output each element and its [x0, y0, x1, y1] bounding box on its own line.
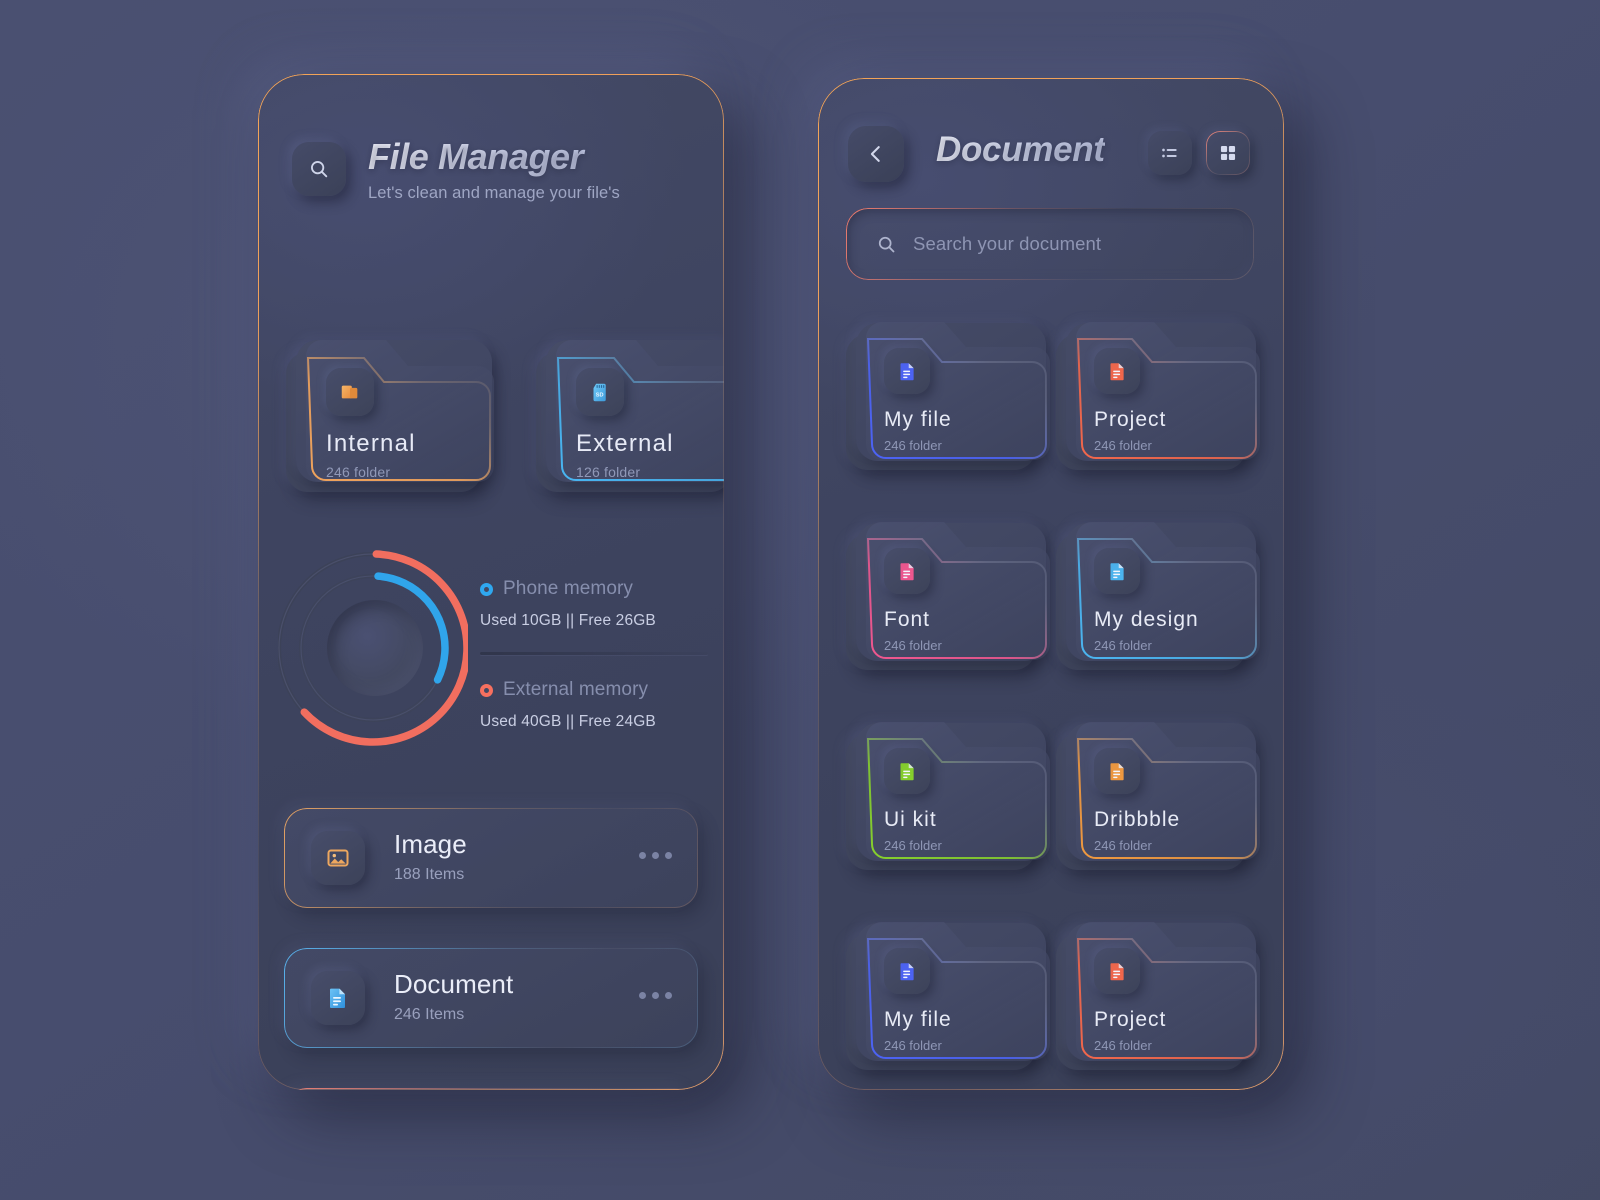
folder-sub: 246 folder	[1094, 1038, 1152, 1053]
folder-sub: 246 folder	[1094, 638, 1152, 653]
legend-value: Used 10GB || Free 26GB	[480, 612, 656, 629]
folder-card[interactable]: My file 246 folder	[846, 914, 1050, 1070]
folder-name: Dribbble	[1094, 808, 1181, 831]
memory-section: Phone memory Used 10GB || Free 26GB Exte…	[258, 544, 724, 774]
folder-icon-tile	[884, 748, 930, 794]
page-title: Document	[936, 130, 1105, 169]
document-icon	[900, 962, 914, 980]
legend-row-external: External memory	[480, 679, 710, 701]
internal-storage-icon-tile	[326, 368, 374, 416]
image-icon-tile	[311, 831, 365, 885]
document-icon	[1110, 962, 1124, 980]
external-memory-dot	[480, 683, 493, 697]
category-row-music[interactable]: Music 146 Items	[284, 1088, 698, 1090]
document-icon-tile	[311, 971, 365, 1025]
document-icon	[330, 988, 345, 1008]
storage-card-sub: 246 folder	[326, 464, 391, 480]
more-options-icon[interactable]	[639, 992, 672, 999]
document-icon	[1110, 762, 1124, 780]
folder-name: My design	[1094, 608, 1199, 631]
search-icon	[878, 236, 895, 252]
category-name: Document	[394, 969, 514, 999]
folder-card[interactable]: Project 246 folder	[1056, 314, 1260, 470]
folder-card[interactable]: Project 246 folder	[1056, 914, 1260, 1070]
folder-name: Font	[884, 608, 931, 631]
search-button[interactable]	[292, 141, 346, 196]
folder-name: Project	[1094, 408, 1167, 431]
document-icon	[900, 562, 914, 580]
search-placeholder: Search your document	[913, 233, 1102, 254]
image-icon	[327, 849, 349, 867]
folder-sub: 246 folder	[1094, 838, 1152, 853]
grid-view-icon	[1220, 145, 1236, 161]
folder-card[interactable]: My file 246 folder	[846, 314, 1050, 470]
document-icon	[900, 762, 914, 780]
legend-label: Phone memory	[503, 578, 634, 599]
search-icon	[311, 160, 328, 177]
file-manager-header: File Manager Let's clean and manage your…	[292, 134, 620, 203]
folder-card[interactable]: Ui kit 246 folder	[846, 714, 1050, 870]
memory-ring-chart	[275, 544, 471, 762]
folder-sub: 246 folder	[884, 838, 942, 853]
memory-legend: Phone memory Used 10GB || Free 26GB Exte…	[480, 578, 710, 731]
document-icon	[1110, 562, 1124, 580]
phone-memory-dot	[480, 582, 493, 596]
ring-center-knob	[327, 600, 423, 696]
folder-card[interactable]: My design 246 folder	[1056, 514, 1260, 670]
list-view-icon	[1162, 148, 1177, 158]
legend-divider	[480, 652, 708, 655]
document-phone: Document Search your document My file 246…	[818, 78, 1284, 1090]
page-title: File Manager	[368, 136, 620, 178]
legend-value: Used 40GB || Free 24GB	[480, 713, 656, 730]
document-icon	[900, 362, 914, 380]
category-sub: 246 Items	[394, 1006, 465, 1023]
folder-sub: 246 folder	[884, 1038, 942, 1053]
storage-card-name: Internal	[326, 430, 416, 457]
view-grid-button[interactable]	[1206, 131, 1250, 175]
folder-sub: 246 folder	[1094, 438, 1152, 453]
category-row-image[interactable]: Image 188 Items	[284, 808, 698, 908]
storage-card-name: External	[576, 430, 674, 457]
category-row-document[interactable]: Document 246 Items	[284, 948, 698, 1048]
folder-icon-tile	[1094, 748, 1140, 794]
document-header: Document	[848, 126, 1254, 182]
storage-card-external[interactable]: SD External 126 folder	[536, 332, 724, 492]
category-name: Image	[394, 829, 467, 859]
folder-card[interactable]: Font 246 folder	[846, 514, 1050, 670]
folder-name: Ui kit	[884, 808, 937, 831]
folder-icon-tile	[884, 948, 930, 994]
folder-sub: 246 folder	[884, 438, 942, 453]
folder-icon-tile	[1094, 948, 1140, 994]
folder-name: My file	[884, 408, 952, 431]
storage-card-sub: 126 folder	[576, 464, 641, 480]
legend-row-phone: Phone memory	[480, 578, 710, 600]
folder-card[interactable]: Dribbble 246 folder	[1056, 714, 1260, 870]
chevron-left-icon	[870, 146, 880, 162]
document-icon	[1110, 362, 1124, 380]
document-search-field[interactable]: Search your document	[846, 208, 1254, 280]
svg-text:SD: SD	[595, 392, 603, 398]
files-stack-icon	[341, 385, 358, 399]
folder-icon-tile	[884, 548, 930, 594]
legend-label: External memory	[503, 679, 649, 700]
folder-icon-tile	[1094, 348, 1140, 394]
category-sub: 188 Items	[394, 866, 465, 883]
external-storage-icon-tile: SD	[576, 368, 624, 416]
sd-card-icon: SD	[593, 383, 606, 401]
more-options-icon[interactable]	[639, 852, 672, 859]
folder-icon-tile	[884, 348, 930, 394]
file-manager-phone: File Manager Let's clean and manage your…	[258, 74, 724, 1090]
folder-name: My file	[884, 1008, 952, 1031]
folder-sub: 246 folder	[884, 638, 942, 653]
storage-card-internal[interactable]: Internal 246 folder	[286, 332, 494, 492]
view-list-button[interactable]	[1148, 131, 1192, 175]
folder-icon-tile	[1094, 548, 1140, 594]
back-button[interactable]	[848, 126, 904, 182]
page-subtitle: Let's clean and manage your file's	[368, 184, 620, 202]
folder-name: Project	[1094, 1008, 1167, 1031]
